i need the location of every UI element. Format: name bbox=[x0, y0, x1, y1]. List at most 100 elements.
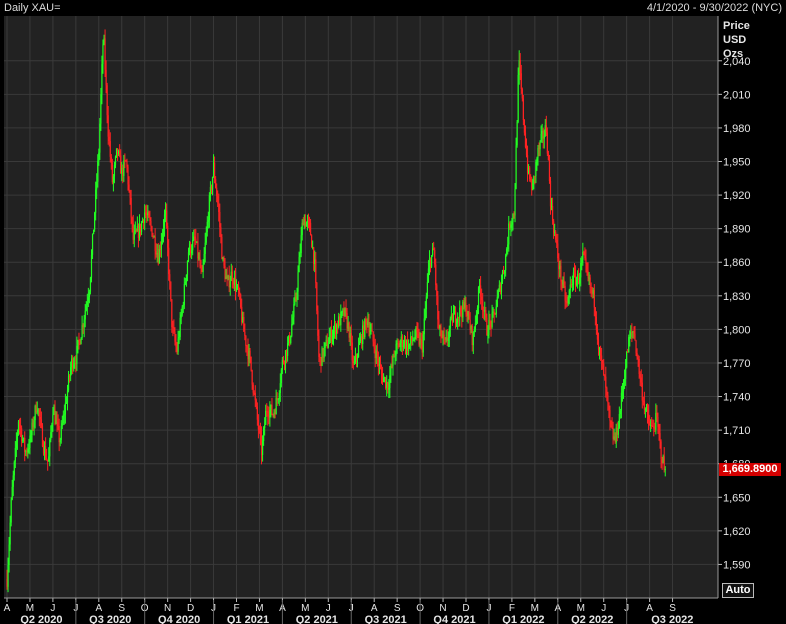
candle-body bbox=[617, 428, 619, 435]
candle-body bbox=[154, 236, 156, 251]
candle-body bbox=[426, 282, 429, 297]
candle-body bbox=[554, 231, 556, 233]
candle-body bbox=[423, 318, 425, 335]
price-chart[interactable]: Price USD Ozs 1,5901,6201,6501,6801,7101… bbox=[0, 0, 786, 624]
candle-body bbox=[98, 152, 100, 161]
candle-body bbox=[233, 277, 236, 285]
candle-body bbox=[564, 286, 566, 301]
candle-body bbox=[38, 409, 40, 417]
candle-body bbox=[453, 310, 456, 315]
candle-body bbox=[91, 234, 94, 255]
candle-body bbox=[292, 317, 294, 325]
candle-body bbox=[94, 212, 96, 230]
candle-body bbox=[530, 179, 532, 181]
candle-body bbox=[40, 419, 43, 426]
candle-body bbox=[166, 210, 168, 226]
candle-body bbox=[209, 186, 212, 196]
candle-body bbox=[95, 189, 97, 213]
candle-body bbox=[128, 184, 130, 191]
candle-body bbox=[634, 333, 636, 341]
candle-body bbox=[175, 341, 177, 348]
month-label: D bbox=[187, 603, 194, 614]
candle-body bbox=[589, 277, 591, 288]
candle-body bbox=[540, 133, 542, 141]
candle-body bbox=[346, 313, 348, 329]
candle-body bbox=[26, 451, 28, 453]
candle-body bbox=[108, 136, 110, 142]
candle-body bbox=[172, 327, 174, 329]
candle-body bbox=[553, 221, 555, 233]
candle-body bbox=[548, 160, 551, 181]
candle-body bbox=[293, 304, 295, 318]
candle-body bbox=[434, 250, 436, 265]
auto-scale-button[interactable]: Auto bbox=[722, 583, 754, 598]
month-label: J bbox=[50, 603, 55, 614]
candle-body bbox=[147, 212, 149, 216]
candle-body bbox=[150, 221, 152, 227]
candle-body bbox=[547, 153, 550, 161]
candle-body bbox=[607, 394, 609, 403]
candle-body bbox=[294, 297, 296, 305]
candle-body bbox=[561, 281, 563, 285]
candle-body bbox=[216, 187, 218, 196]
candle-body bbox=[466, 314, 468, 316]
candle-body bbox=[313, 247, 315, 264]
candle-body bbox=[200, 266, 202, 269]
candle-body bbox=[642, 400, 644, 402]
candle-body bbox=[191, 250, 193, 254]
candle-body bbox=[488, 319, 490, 336]
candle-body bbox=[324, 342, 326, 349]
candle-body bbox=[529, 167, 531, 180]
candle-body bbox=[162, 227, 165, 234]
candle-body bbox=[206, 221, 208, 233]
candle-body bbox=[35, 405, 37, 413]
candle-body bbox=[577, 274, 579, 280]
candle-body bbox=[570, 284, 572, 286]
candle-body bbox=[212, 162, 215, 178]
candle-body bbox=[640, 377, 642, 383]
candle-body bbox=[636, 352, 638, 358]
candle-body bbox=[211, 177, 214, 190]
candle-body bbox=[86, 301, 88, 306]
month-label: F bbox=[233, 603, 239, 614]
candle-body bbox=[375, 350, 377, 359]
candle-body bbox=[273, 412, 275, 415]
candle-body bbox=[256, 406, 258, 420]
y-tick-label: 1,950 bbox=[723, 157, 751, 169]
y-tick-label: 1,890 bbox=[723, 224, 751, 236]
candle-body bbox=[213, 162, 216, 180]
candle-body bbox=[567, 296, 569, 304]
candle-body bbox=[615, 427, 617, 443]
candle-body bbox=[186, 261, 189, 275]
candle-body bbox=[90, 254, 93, 278]
candle-body bbox=[182, 305, 184, 307]
candle-body bbox=[469, 319, 471, 330]
candle-body bbox=[130, 197, 132, 218]
candle-body bbox=[109, 141, 111, 157]
candle-body bbox=[414, 337, 416, 340]
candle-body bbox=[353, 361, 355, 364]
candle-body bbox=[153, 236, 155, 238]
candle-body bbox=[661, 459, 663, 464]
candle-body bbox=[390, 365, 392, 376]
candle-body bbox=[610, 420, 612, 427]
candle-body bbox=[485, 310, 487, 318]
plot-area[interactable] bbox=[4, 16, 718, 598]
candle-body bbox=[16, 432, 19, 442]
candle-body bbox=[402, 345, 405, 347]
candle-body bbox=[75, 362, 77, 365]
candle-body bbox=[499, 284, 502, 293]
candle-body bbox=[122, 167, 124, 176]
candle-body bbox=[259, 430, 262, 436]
candle-body bbox=[124, 160, 126, 162]
month-label: M bbox=[301, 603, 309, 614]
candle-body bbox=[197, 241, 199, 259]
candle-body bbox=[340, 311, 342, 326]
candle-body bbox=[11, 486, 13, 500]
candle-body bbox=[595, 316, 597, 330]
candle-body bbox=[151, 226, 153, 237]
candle-body bbox=[597, 339, 600, 350]
candle-body bbox=[625, 367, 627, 379]
candle-body bbox=[15, 441, 17, 448]
candle-body bbox=[298, 257, 300, 273]
